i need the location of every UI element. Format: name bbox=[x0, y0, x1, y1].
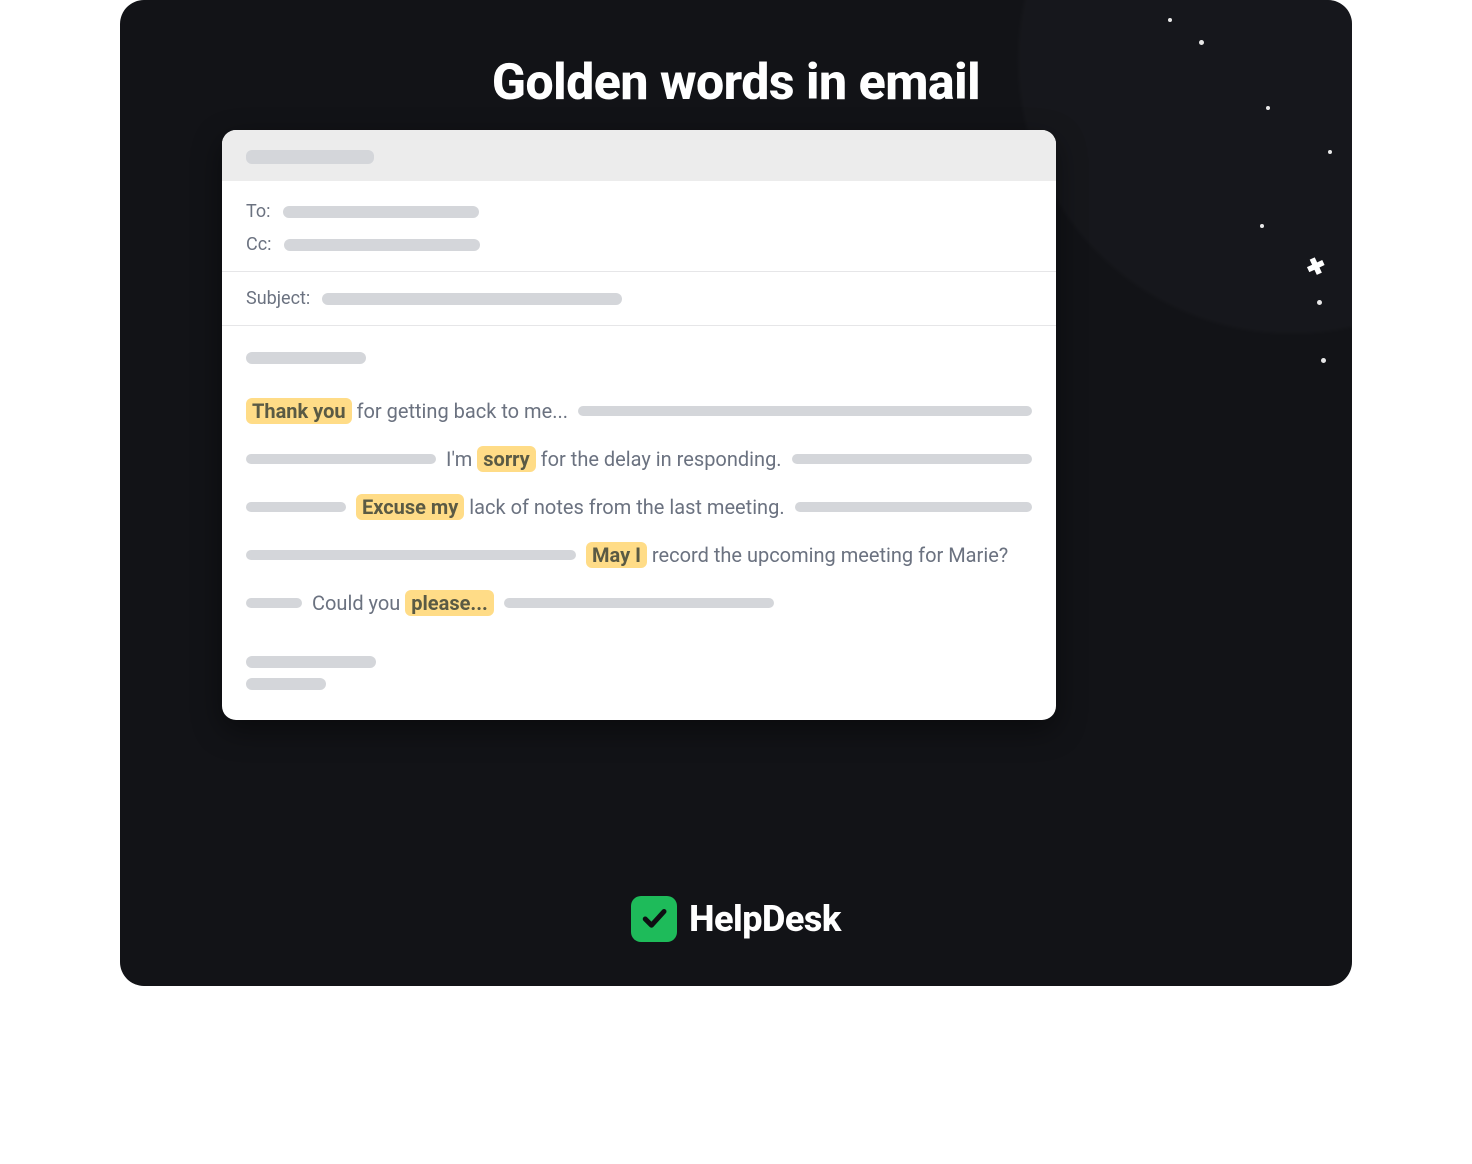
highlight-may-i: May I bbox=[586, 542, 647, 568]
star-dot bbox=[1328, 150, 1332, 154]
star-dot bbox=[1317, 300, 1322, 305]
subject-field-row: Subject: bbox=[222, 282, 1056, 315]
placeholder-bar bbox=[284, 239, 480, 251]
placeholder-bar bbox=[246, 454, 436, 464]
star-dot bbox=[1168, 18, 1172, 22]
body-text: for getting back to me... bbox=[352, 399, 568, 423]
body-line-1: Thank you for getting back to me... bbox=[246, 398, 1032, 424]
placeholder-bar bbox=[578, 406, 1032, 416]
placeholder-bar bbox=[246, 550, 576, 560]
placeholder-bar bbox=[246, 502, 346, 512]
body-line-3: Excuse my lack of notes from the last me… bbox=[246, 494, 1032, 520]
body-line-4: May I record the upcoming meeting for Ma… bbox=[246, 542, 1032, 568]
cc-field-row: Cc: bbox=[222, 228, 1056, 261]
star-dot bbox=[1266, 106, 1270, 110]
to-field-row: To: bbox=[222, 195, 1056, 228]
body-line-5: Could you please... bbox=[246, 590, 1032, 616]
body-text: Could you bbox=[312, 591, 405, 615]
body-text: I'm bbox=[446, 447, 477, 471]
highlight-thank-you: Thank you bbox=[246, 398, 352, 424]
brand-footer: HelpDesk bbox=[120, 896, 1352, 942]
body-line-2: I'm sorry for the delay in responding. bbox=[246, 446, 1032, 472]
placeholder-bar bbox=[246, 150, 374, 164]
placeholder-bar bbox=[792, 454, 1032, 464]
placeholder-bar bbox=[322, 293, 622, 305]
email-body: Thank you for getting back to me... I'm … bbox=[222, 326, 1056, 720]
placeholder-bar bbox=[246, 352, 366, 364]
star-dot bbox=[1260, 224, 1264, 228]
placeholder-bar bbox=[246, 598, 302, 608]
to-label: To: bbox=[246, 201, 271, 222]
brand-name: HelpDesk bbox=[689, 898, 841, 940]
placeholder-bar bbox=[283, 206, 479, 218]
cc-label: Cc: bbox=[246, 234, 272, 255]
helpdesk-logo-icon bbox=[631, 896, 677, 942]
star-dot bbox=[1321, 358, 1326, 363]
placeholder-bar bbox=[504, 598, 774, 608]
email-compose-card: To: Cc: Subject: Thank you for getting b… bbox=[222, 130, 1056, 720]
highlight-excuse-my: Excuse my bbox=[356, 494, 464, 520]
email-toolbar bbox=[222, 130, 1056, 181]
body-text: record the upcoming meeting for Marie? bbox=[647, 543, 1008, 567]
subject-label: Subject: bbox=[246, 288, 310, 309]
placeholder-bar bbox=[795, 502, 1032, 512]
body-text: lack of notes from the last meeting. bbox=[464, 495, 784, 519]
highlight-sorry: sorry bbox=[477, 446, 535, 472]
highlight-please: please... bbox=[405, 590, 494, 616]
body-text: for the delay in responding. bbox=[536, 447, 782, 471]
illustration-canvas: ✖ Golden words in email To: Cc: Subject: bbox=[120, 0, 1352, 986]
placeholder-bar bbox=[246, 656, 376, 668]
placeholder-bar bbox=[246, 678, 326, 690]
star-dot bbox=[1199, 40, 1204, 45]
